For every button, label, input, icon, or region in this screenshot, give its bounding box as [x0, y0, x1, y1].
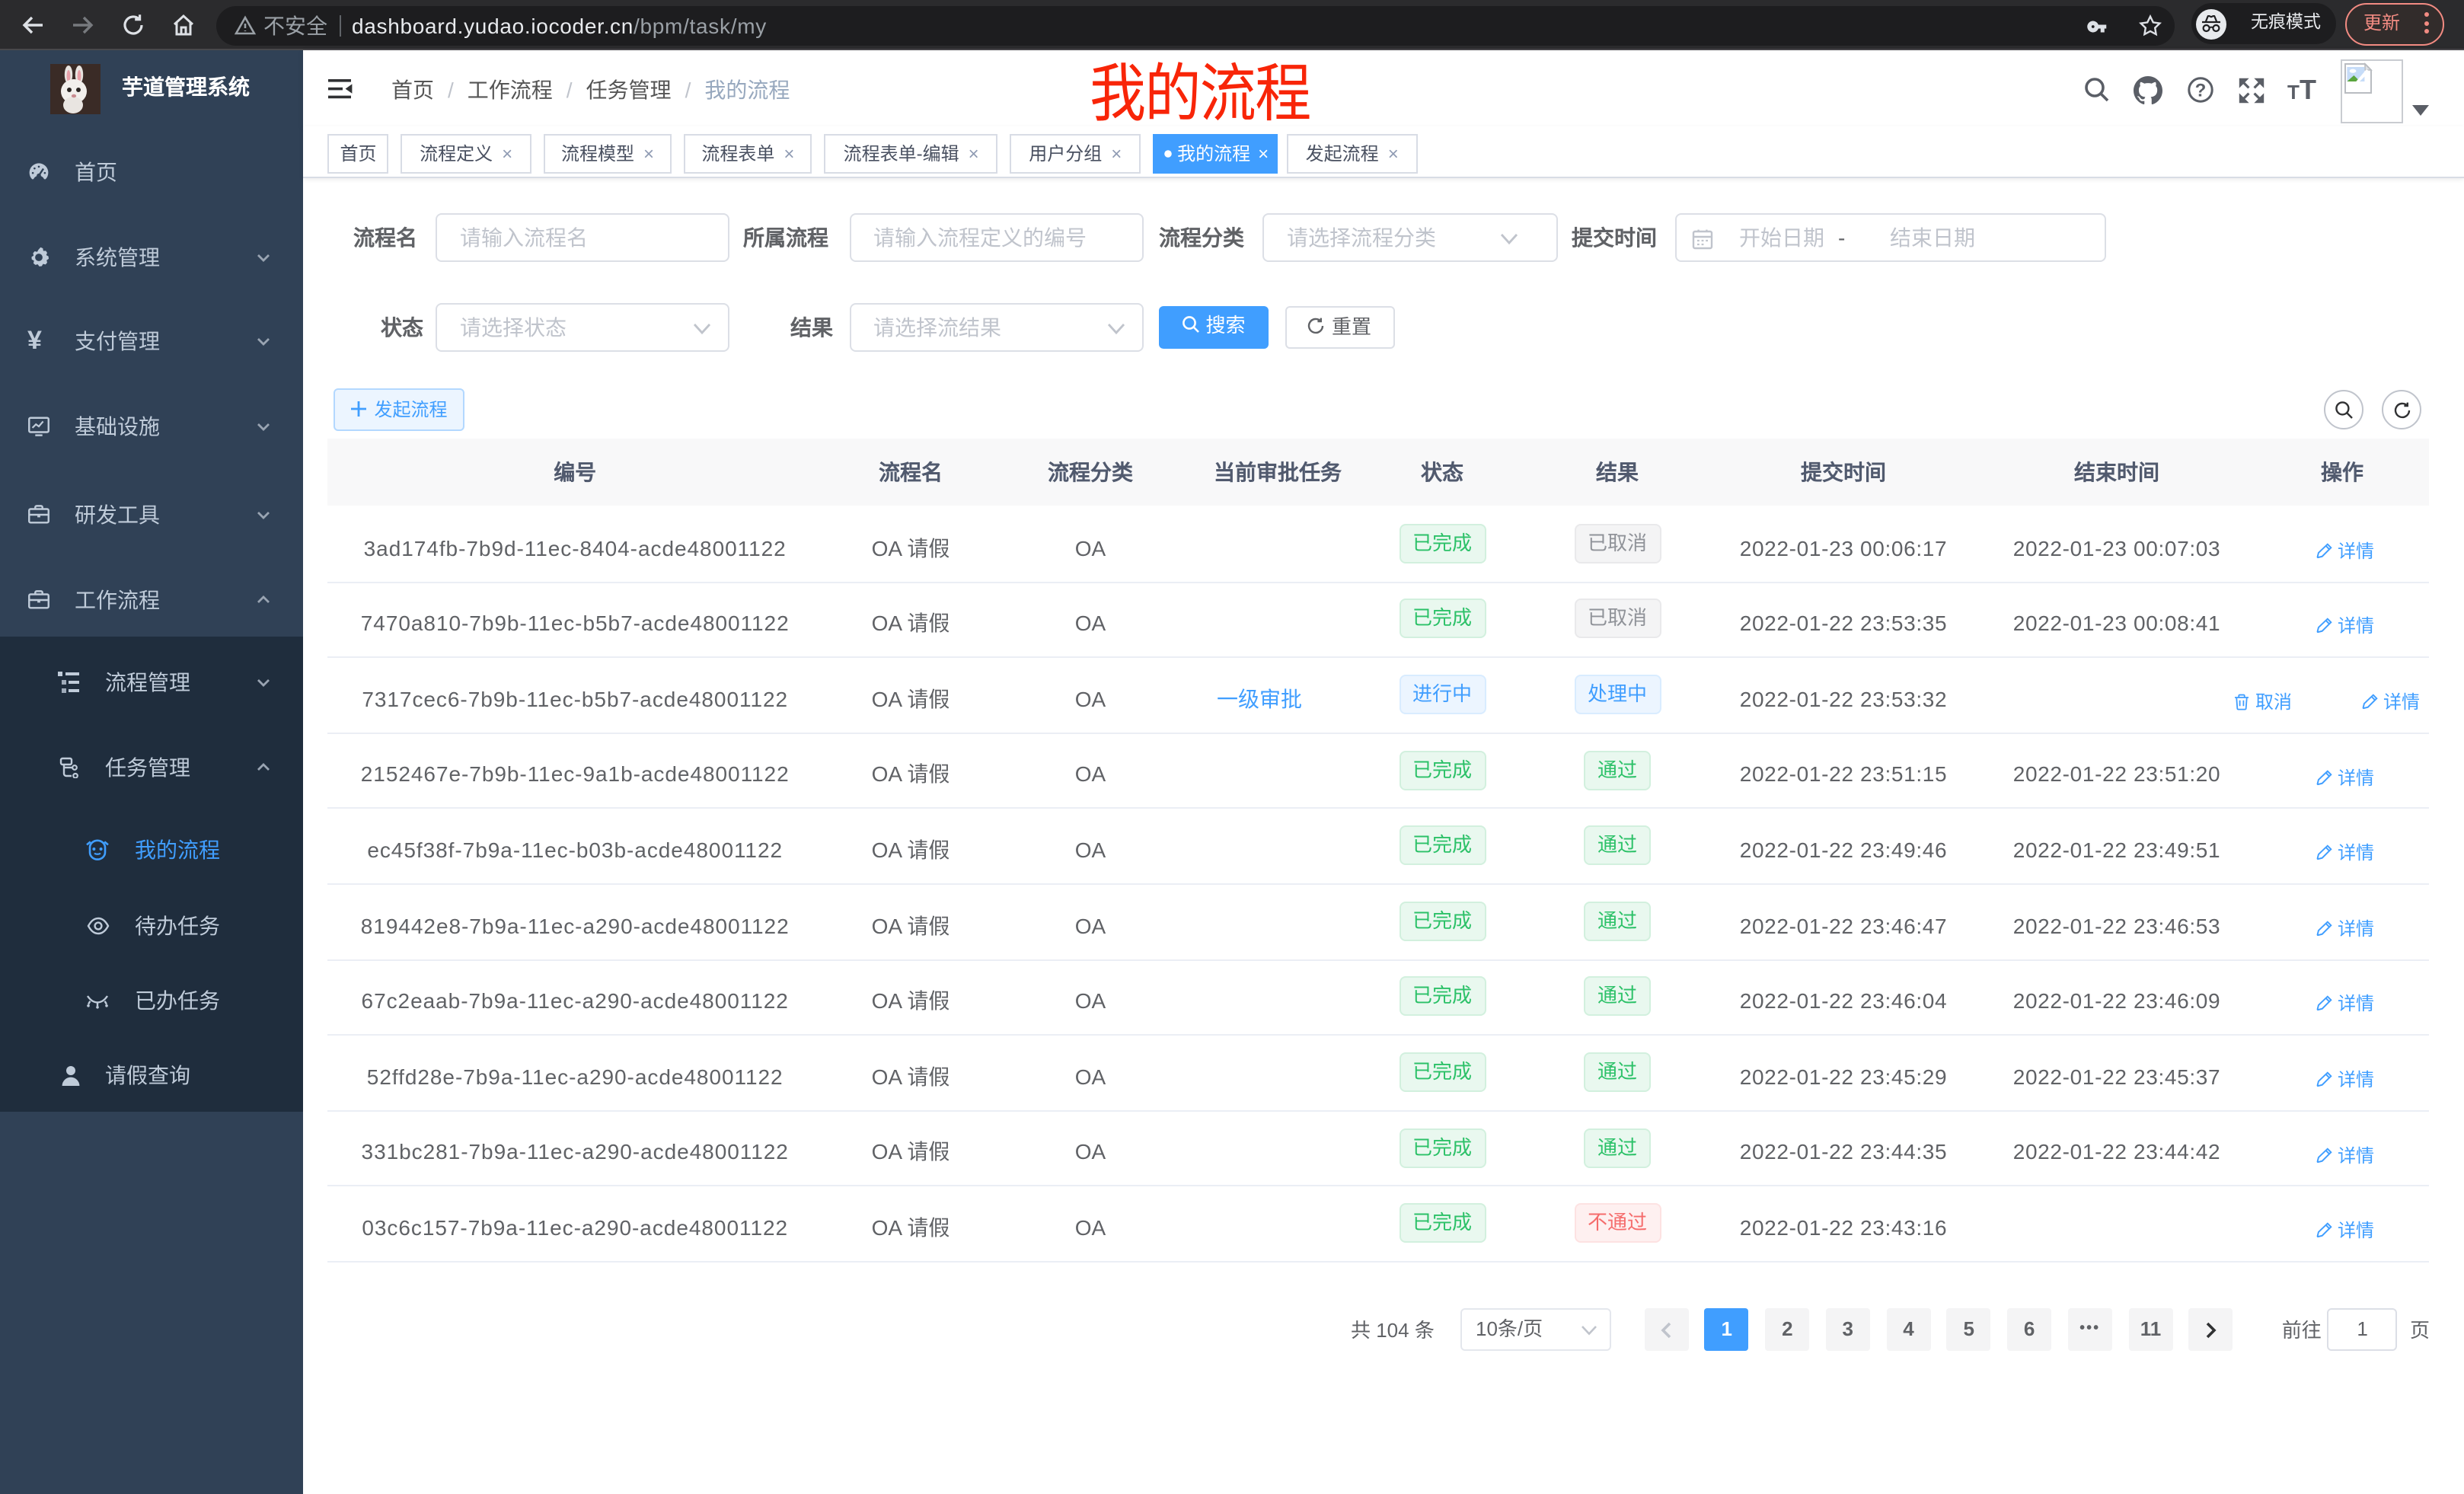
svg-text:T: T: [2300, 76, 2316, 104]
svg-text:T: T: [2287, 81, 2300, 104]
svg-text:?: ?: [2195, 80, 2207, 101]
